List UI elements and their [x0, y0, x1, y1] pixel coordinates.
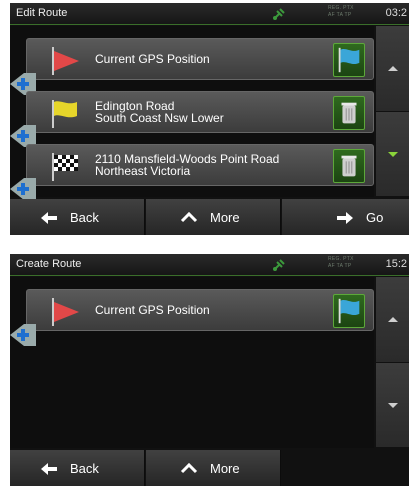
start-flag-button[interactable]: [333, 294, 365, 328]
bottom-toolbar: Back More: [10, 450, 409, 486]
screen-title: Edit Route: [16, 7, 68, 19]
title-bar: Edit Route REG. PTX AF TA TP 03:2: [10, 3, 409, 25]
route-point-label: Current GPS Position: [95, 52, 210, 66]
more-button[interactable]: More: [146, 199, 281, 235]
back-button-label: Back: [70, 210, 99, 225]
edit-route-screen: Edit Route REG. PTX AF TA TP 03:2 Curren…: [10, 3, 409, 235]
route-point-item[interactable]: 2110 Mansfield-Woods Point Road Northeas…: [26, 144, 374, 186]
scrollbar: [376, 277, 409, 448]
more-button[interactable]: More: [146, 450, 281, 486]
status-indicators: REG. PTX AF TA TP: [328, 5, 354, 18]
status-indicators: REG. PTX AF TA TP: [328, 256, 354, 269]
more-button-label: More: [210, 461, 240, 476]
create-route-screen: Create Route REG. PTX AF TA TP 15:2 Curr…: [10, 254, 409, 486]
chevron-up-icon: [180, 462, 198, 474]
trash-icon: [341, 155, 357, 177]
arrow-left-icon: [41, 212, 57, 224]
satellite-icon: [273, 8, 285, 20]
scroll-up-button[interactable]: [376, 26, 409, 112]
screen-title: Create Route: [16, 258, 82, 270]
route-point-item[interactable]: Current GPS Position: [26, 289, 374, 331]
delete-button[interactable]: [333, 96, 365, 130]
scrollbar: [376, 26, 409, 197]
blue-flag-icon: [338, 47, 360, 73]
blue-flag-icon: [338, 298, 360, 324]
red-flag-icon: [52, 298, 79, 326]
start-flag-button[interactable]: [333, 43, 365, 77]
clock: 03:2: [385, 7, 407, 19]
back-button-label: Back: [70, 461, 99, 476]
trash-icon: [341, 102, 357, 124]
arrow-left-icon: [41, 463, 57, 475]
chevron-up-icon: [388, 66, 398, 71]
route-list: Current GPS Position: [10, 277, 374, 448]
route-point-label: Edington Road South Coast Nsw Lower: [95, 99, 224, 125]
satellite-icon: [273, 259, 285, 271]
bottom-toolbar: Back More Go: [10, 199, 409, 235]
red-flag-icon: [52, 47, 79, 75]
chevron-up-icon: [388, 317, 398, 322]
route-point-item[interactable]: Current GPS Position: [26, 38, 374, 80]
route-point-item[interactable]: Edington Road South Coast Nsw Lower: [26, 91, 374, 133]
chevron-down-icon: [388, 152, 398, 157]
insert-waypoint-icon[interactable]: [10, 322, 36, 348]
go-button-label: Go: [366, 210, 384, 225]
route-list: Current GPS Position Edington Road South…: [10, 26, 374, 200]
yellow-flag-icon: [52, 100, 77, 128]
scroll-down-button[interactable]: [376, 112, 409, 197]
clock: 15:2: [385, 258, 407, 270]
more-button-label: More: [210, 210, 240, 225]
checkered-flag-icon: [52, 153, 78, 181]
arrow-right-icon: [337, 212, 353, 224]
back-button[interactable]: Back: [10, 199, 145, 235]
title-bar: Create Route REG. PTX AF TA TP 15:2: [10, 254, 409, 276]
delete-button[interactable]: [333, 149, 365, 183]
scroll-up-button[interactable]: [376, 277, 409, 363]
scroll-down-button[interactable]: [376, 363, 409, 448]
chevron-up-icon: [180, 211, 198, 223]
chevron-down-icon: [388, 403, 398, 408]
back-button[interactable]: Back: [10, 450, 145, 486]
route-point-label: Current GPS Position: [95, 303, 210, 317]
go-button[interactable]: Go: [282, 199, 409, 235]
route-point-label: 2110 Mansfield-Woods Point Road Northeas…: [95, 152, 280, 178]
